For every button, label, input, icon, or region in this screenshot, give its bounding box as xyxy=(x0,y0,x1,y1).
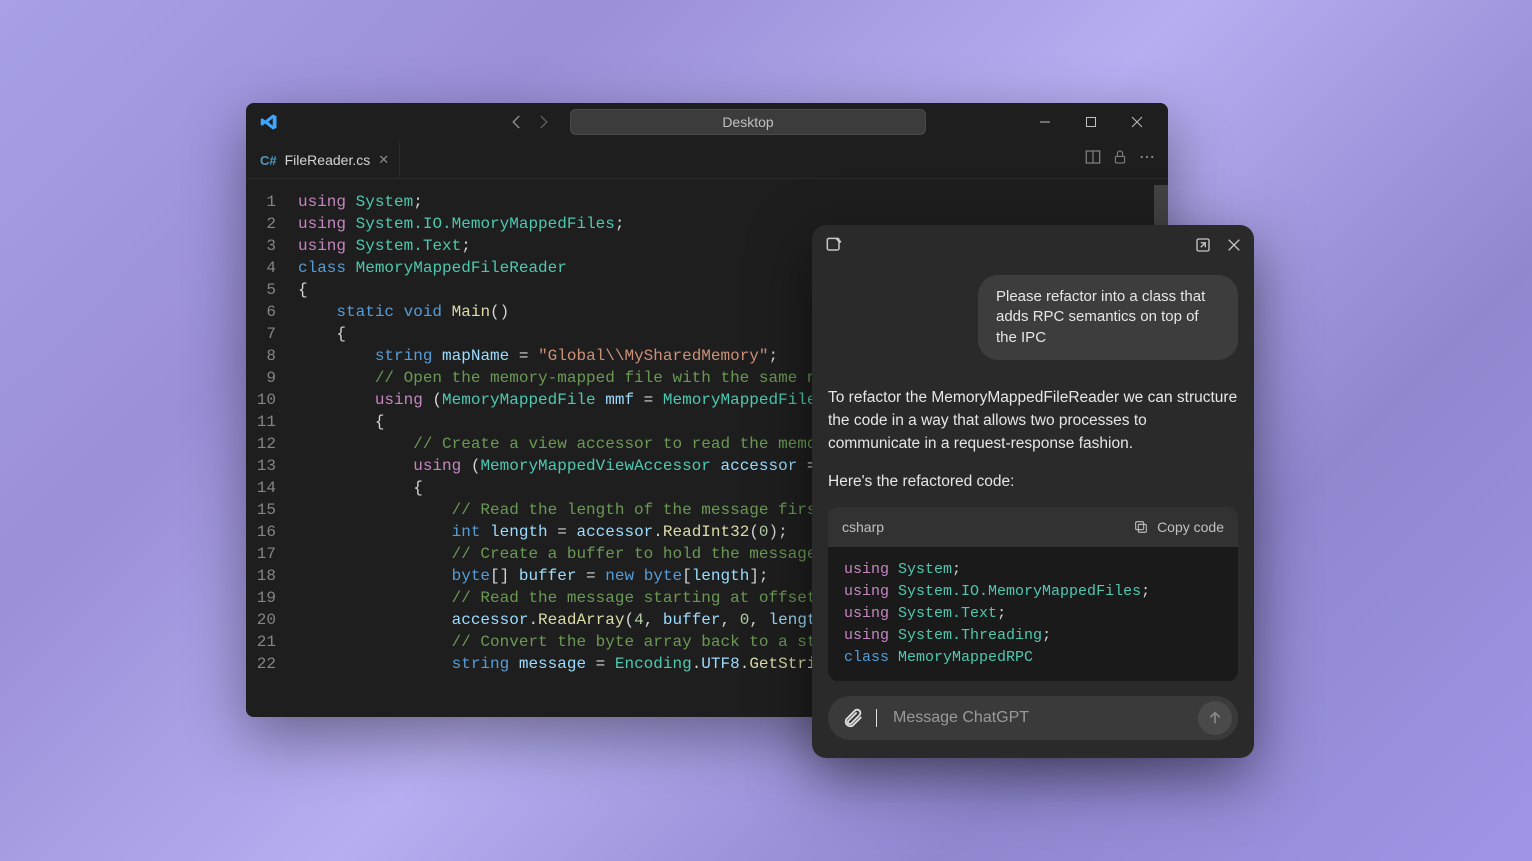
line-number: 8 xyxy=(246,345,298,367)
chat-input xyxy=(828,696,1238,740)
code-language-label: csharp xyxy=(842,519,884,535)
copy-code-label: Copy code xyxy=(1157,519,1224,535)
chat-header xyxy=(812,225,1254,265)
line-number: 10 xyxy=(246,389,298,411)
line-number: 2 xyxy=(246,213,298,235)
chat-body: Please refactor into a class that adds R… xyxy=(812,265,1254,684)
titlebar: Desktop xyxy=(246,103,1168,141)
nav-arrows xyxy=(508,113,552,131)
line-number: 18 xyxy=(246,565,298,587)
command-center-text: Desktop xyxy=(722,114,773,130)
command-center[interactable]: Desktop xyxy=(570,109,926,135)
line-number: 21 xyxy=(246,631,298,653)
nav-forward-icon[interactable] xyxy=(534,113,552,131)
code-line: using System.Threading; xyxy=(844,625,1222,647)
close-button[interactable] xyxy=(1114,104,1160,140)
line-number: 9 xyxy=(246,367,298,389)
line-number: 17 xyxy=(246,543,298,565)
line-number: 14 xyxy=(246,477,298,499)
line-number: 20 xyxy=(246,609,298,631)
window-controls xyxy=(1022,104,1160,140)
maximize-button[interactable] xyxy=(1068,104,1114,140)
line-number: 3 xyxy=(246,235,298,257)
tab-filereader[interactable]: C# FileReader.cs ✕ xyxy=(246,141,400,178)
attach-icon[interactable] xyxy=(842,707,864,729)
tab-close-icon[interactable]: ✕ xyxy=(378,152,389,168)
code-line: using System.Text; xyxy=(844,603,1222,625)
line-number: 22 xyxy=(246,653,298,675)
assistant-code-block: csharp Copy code using System;using Syst… xyxy=(828,507,1238,681)
tab-bar: C# FileReader.cs ✕ xyxy=(246,141,1168,179)
line-number: 7 xyxy=(246,323,298,345)
tab-filename: FileReader.cs xyxy=(285,152,371,168)
code-block-body[interactable]: using System;using System.IO.MemoryMappe… xyxy=(828,547,1238,681)
text-cursor xyxy=(876,709,877,727)
code-line: using System; xyxy=(844,559,1222,581)
code-line: using System.IO.MemoryMappedFiles; xyxy=(844,581,1222,603)
line-number: 5 xyxy=(246,279,298,301)
copy-icon xyxy=(1133,519,1149,535)
line-number: 11 xyxy=(246,411,298,433)
nav-back-icon[interactable] xyxy=(508,113,526,131)
minimize-button[interactable] xyxy=(1022,104,1068,140)
code-line: class MemoryMappedRPC xyxy=(844,647,1222,669)
line-number: 16 xyxy=(246,521,298,543)
user-message-text: Please refactor into a class that adds R… xyxy=(996,288,1205,346)
assistant-paragraph: Here's the refactored code: xyxy=(828,470,1238,493)
line-number: 12 xyxy=(246,433,298,455)
assistant-paragraph: To refactor the MemoryMappedFileReader w… xyxy=(828,386,1238,456)
line-number: 15 xyxy=(246,499,298,521)
more-actions-icon[interactable] xyxy=(1138,148,1156,171)
chat-panel: Please refactor into a class that adds R… xyxy=(812,225,1254,758)
vscode-logo-icon xyxy=(260,113,278,131)
split-editor-icon[interactable] xyxy=(1084,148,1102,171)
line-number: 6 xyxy=(246,301,298,323)
user-message-bubble: Please refactor into a class that adds R… xyxy=(978,275,1238,360)
code-line: 1using System; xyxy=(246,191,1168,213)
new-chat-icon[interactable] xyxy=(824,235,844,255)
code-block-header: csharp Copy code xyxy=(828,507,1238,547)
line-number: 19 xyxy=(246,587,298,609)
popout-icon[interactable] xyxy=(1194,236,1212,254)
csharp-file-icon: C# xyxy=(260,153,277,168)
line-number: 4 xyxy=(246,257,298,279)
line-number: 1 xyxy=(246,191,298,213)
copy-code-button[interactable]: Copy code xyxy=(1133,519,1224,535)
editor-actions xyxy=(1084,141,1168,178)
lock-icon[interactable] xyxy=(1112,149,1128,170)
chat-message-input[interactable] xyxy=(893,709,1186,727)
line-number: 13 xyxy=(246,455,298,477)
chat-close-icon[interactable] xyxy=(1226,237,1242,253)
chat-input-area xyxy=(812,684,1254,758)
send-button[interactable] xyxy=(1198,701,1232,735)
